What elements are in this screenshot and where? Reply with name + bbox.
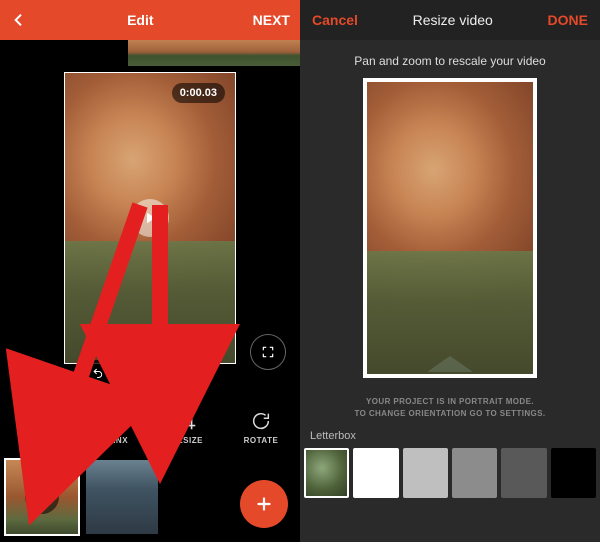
fullscreen-button[interactable] xyxy=(250,334,286,370)
swatch-blur[interactable] xyxy=(304,448,349,498)
cancel-button[interactable]: Cancel xyxy=(312,12,358,28)
clip-audio-button[interactable] xyxy=(25,480,59,514)
letterbox-label: Letterbox xyxy=(300,426,600,448)
preview-area: 0:00.03 Undo Delete xyxy=(0,66,300,400)
tool-toolbar: SPEED TRANX RESIZE ROTATE xyxy=(0,400,300,454)
edit-header: Edit NEXT xyxy=(0,0,300,40)
swatch-white[interactable] xyxy=(353,448,398,498)
resize-hint: Pan and zoom to rescale your video xyxy=(300,40,600,78)
tool-tranx[interactable]: TRANX xyxy=(83,410,143,445)
tool-rotate[interactable]: ROTATE xyxy=(231,410,291,445)
orientation-info: YOUR PROJECT IS IN PORTRAIT MODE. TO CHA… xyxy=(300,378,600,426)
delete-button[interactable]: Delete xyxy=(156,366,208,380)
clip-bar xyxy=(0,454,300,542)
timeline-current-clip[interactable] xyxy=(128,40,300,66)
orientation-line2: TO CHANGE ORIENTATION GO TO SETTINGS. xyxy=(300,408,600,420)
play-button[interactable] xyxy=(131,199,169,237)
clip-thumb-1[interactable] xyxy=(6,460,78,534)
letterbox-swatches xyxy=(300,448,600,498)
tool-label: RESIZE xyxy=(171,436,203,445)
pill-separator xyxy=(147,366,148,380)
swatch-grey[interactable] xyxy=(452,448,497,498)
speed-icon xyxy=(28,410,50,432)
undo-button[interactable]: Undo xyxy=(92,366,139,380)
tool-resize[interactable]: RESIZE xyxy=(157,410,217,445)
clip-thumb-2[interactable] xyxy=(86,460,158,534)
undo-icon xyxy=(92,367,104,379)
fullscreen-icon xyxy=(261,345,275,359)
undo-delete-pill: Undo Delete xyxy=(82,360,218,386)
swatch-black[interactable] xyxy=(551,448,596,498)
speaker-icon xyxy=(34,489,50,505)
trash-icon xyxy=(156,367,168,379)
resize-header: Cancel Resize video DONE xyxy=(300,0,600,40)
delete-label: Delete xyxy=(172,366,208,380)
tool-label: ROTATE xyxy=(244,436,279,445)
resize-title: Resize video xyxy=(413,12,493,28)
video-preview[interactable]: 0:00.03 xyxy=(64,72,236,364)
next-button[interactable]: NEXT xyxy=(253,12,290,28)
boat-shape xyxy=(427,356,473,372)
tool-speed[interactable]: SPEED xyxy=(9,410,69,445)
video-frame xyxy=(367,82,533,374)
swatch-light[interactable] xyxy=(403,448,448,498)
boat-shape xyxy=(127,345,173,361)
rotate-icon xyxy=(250,410,272,432)
back-button[interactable] xyxy=(10,11,28,29)
plus-icon xyxy=(253,493,275,515)
swatch-dark[interactable] xyxy=(501,448,546,498)
timeline[interactable] xyxy=(0,40,300,66)
add-clip-button[interactable] xyxy=(240,480,288,528)
timecode-badge: 0:00.03 xyxy=(172,83,225,103)
tool-label: TRANX xyxy=(98,436,128,445)
undo-label: Undo xyxy=(108,366,139,380)
header-title: Edit xyxy=(127,12,153,28)
transition-icon xyxy=(102,410,124,432)
resize-icon xyxy=(176,410,198,432)
resize-preview[interactable] xyxy=(363,78,537,378)
done-button[interactable]: DONE xyxy=(548,12,588,28)
tool-label: SPEED xyxy=(24,436,54,445)
orientation-line1: YOUR PROJECT IS IN PORTRAIT MODE. xyxy=(300,396,600,408)
